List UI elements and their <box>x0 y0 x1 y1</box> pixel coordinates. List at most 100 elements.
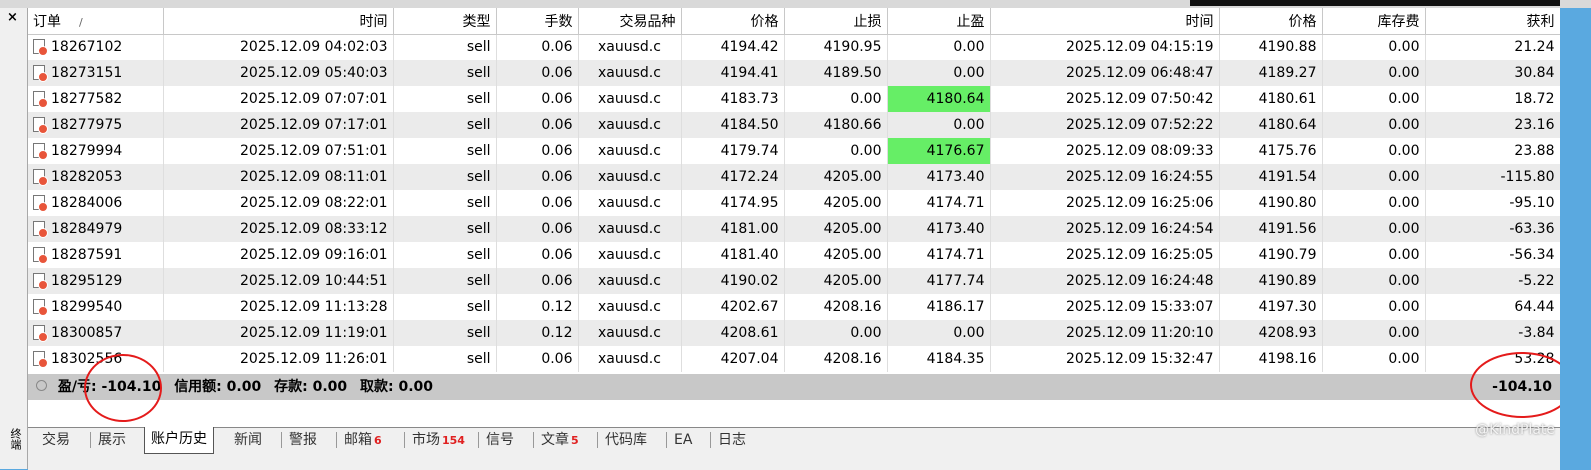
table-row[interactable]: 18284979 2025.12.09 08:33:12 sell 0.06 xauus… <box>28 216 1560 242</box>
cell-type: sell <box>393 346 497 372</box>
tab-5[interactable]: 邮箱 6 <box>344 428 382 452</box>
closed-order-icon <box>33 273 48 290</box>
closed-order-icon <box>33 195 48 212</box>
table-row[interactable]: 18300857 2025.12.09 11:19:01 sell 0.12 xauus… <box>28 320 1560 346</box>
tab-11[interactable]: 日志 <box>718 428 746 452</box>
header-col-lots[interactable]: 手数 <box>496 8 579 35</box>
header-col-order[interactable]: 订单 / <box>28 8 164 35</box>
cell-symbol: xauusd.c <box>578 164 682 190</box>
tab-1[interactable]: 展示 <box>98 428 126 452</box>
tab-9[interactable]: 代码库 <box>605 428 647 452</box>
tab-3[interactable]: 新闻 <box>234 428 262 452</box>
cell-close-price: 4198.16 <box>1219 346 1323 372</box>
table-row[interactable]: 18277975 2025.12.09 07:17:01 sell 0.06 xauus… <box>28 112 1560 138</box>
closed-order-icon <box>33 143 48 160</box>
table-row[interactable]: 18279994 2025.12.09 07:51:01 sell 0.06 xauus… <box>28 138 1560 164</box>
cell-close-time: 2025.12.09 15:32:47 <box>990 346 1220 372</box>
table-row[interactable]: 18299540 2025.12.09 11:13:28 sell 0.12 xauus… <box>28 294 1560 320</box>
cell-sl: 4208.16 <box>784 346 888 372</box>
cell-open-time: 2025.12.09 07:07:01 <box>163 86 394 112</box>
tab-8[interactable]: 文章 5 <box>541 428 579 452</box>
total-profit: -104.10 <box>1492 379 1552 395</box>
order-id: 18277582 <box>51 91 123 107</box>
table-row[interactable]: 18302556 2025.12.09 11:26:01 sell 0.06 xauus… <box>28 346 1560 372</box>
cell-profit: 64.44 <box>1425 294 1560 320</box>
tab-4[interactable]: 警报 <box>289 428 317 452</box>
cell-order: 18284006 <box>28 190 164 216</box>
cell-open-price: 4190.02 <box>681 268 785 294</box>
header-col-type[interactable]: 类型 <box>393 8 497 35</box>
tab-0[interactable]: 交易 <box>42 428 70 452</box>
cell-open-price: 4181.00 <box>681 216 785 242</box>
header-col-close-time[interactable]: 时间 <box>990 8 1220 35</box>
cell-profit: -63.36 <box>1425 216 1560 242</box>
header-col-symbol[interactable]: 交易品种 <box>578 8 682 35</box>
tab-label: 新闻 <box>234 432 262 448</box>
cell-close-time: 2025.12.09 11:20:10 <box>990 320 1220 346</box>
header-col-open-price[interactable]: 价格 <box>681 8 785 35</box>
cell-symbol: xauusd.c <box>578 242 682 268</box>
closed-order-icon <box>33 169 48 186</box>
cell-tp: 0.00 <box>887 320 991 346</box>
cell-type: sell <box>393 34 497 60</box>
cell-open-price: 4183.73 <box>681 86 785 112</box>
cell-symbol: xauusd.c <box>578 320 682 346</box>
header-col-swap[interactable]: 库存费 <box>1322 8 1426 35</box>
cell-tp: 0.00 <box>887 60 991 86</box>
terminal-tab-bar: 交易 展示 账户历史 新闻 警报 邮箱 6 市场 154 信号 文章 5 代码库 EA 日志 <box>28 427 1560 470</box>
cell-type: sell <box>393 164 497 190</box>
tab-label: 信号 <box>486 432 514 448</box>
tab-separator <box>478 432 479 448</box>
cell-close-price: 4191.56 <box>1219 216 1323 242</box>
header-col-open-time[interactable]: 时间 <box>163 8 394 35</box>
cell-order: 18273151 <box>28 60 164 86</box>
header-col-tp[interactable]: 止盈 <box>887 8 991 35</box>
close-icon[interactable]: × <box>7 10 18 25</box>
table-row[interactable]: 18277582 2025.12.09 07:07:01 sell 0.06 xauus… <box>28 86 1560 112</box>
cell-open-time: 2025.12.09 05:40:03 <box>163 60 394 86</box>
table-row[interactable]: 18273151 2025.12.09 05:40:03 sell 0.06 xauus… <box>28 60 1560 86</box>
tab-separator <box>666 432 667 448</box>
cell-open-time: 2025.12.09 09:16:01 <box>163 242 394 268</box>
cell-order: 18267102 <box>28 34 164 60</box>
tab-6[interactable]: 市场 154 <box>412 428 465 452</box>
order-id: 18287591 <box>51 247 123 263</box>
account-history-panel: 订单 / 时间 类型 手数 交易品种 价格 止损 止盈 时间 价格 库存费 获利 18267102 202… <box>28 8 1560 427</box>
cell-lots: 0.06 <box>496 112 579 138</box>
table-row[interactable]: 18287591 2025.12.09 09:16:01 sell 0.06 xauus… <box>28 242 1560 268</box>
cell-lots: 0.06 <box>496 164 579 190</box>
cell-type: sell <box>393 86 497 112</box>
cell-tp: 0.00 <box>887 34 991 60</box>
closed-order-icon <box>33 39 48 57</box>
withdraw-summary: 取款: 0.00 <box>360 379 434 395</box>
cell-type: sell <box>393 294 497 320</box>
order-id: 18273151 <box>51 65 123 81</box>
tab-label: 文章 <box>541 432 569 448</box>
header-col-close-price[interactable]: 价格 <box>1219 8 1323 35</box>
cell-order: 18302556 <box>28 346 164 372</box>
tab-7[interactable]: 信号 <box>486 428 514 452</box>
order-id: 18299540 <box>51 299 123 315</box>
cell-type: sell <box>393 268 497 294</box>
cell-open-price: 4208.61 <box>681 320 785 346</box>
tab-separator <box>281 432 282 448</box>
cell-lots: 0.06 <box>496 190 579 216</box>
tab-separator <box>597 432 598 448</box>
terminal-side-label: 终端 <box>9 428 22 450</box>
table-row[interactable]: 18284006 2025.12.09 08:22:01 sell 0.06 xauus… <box>28 190 1560 216</box>
cell-open-time: 2025.12.09 11:26:01 <box>163 346 394 372</box>
header-col-profit[interactable]: 获利 <box>1425 8 1560 35</box>
cell-symbol: xauusd.c <box>578 268 682 294</box>
cell-swap: 0.00 <box>1322 112 1426 138</box>
table-row[interactable]: 18267102 2025.12.09 04:02:03 sell 0.06 xauus… <box>28 34 1560 60</box>
cell-swap: 0.00 <box>1322 34 1426 60</box>
cell-order: 18295129 <box>28 268 164 294</box>
tab-2[interactable]: 账户历史 <box>144 427 214 454</box>
cell-close-price: 4197.30 <box>1219 294 1323 320</box>
table-row[interactable]: 18295129 2025.12.09 10:44:51 sell 0.06 xauus… <box>28 268 1560 294</box>
table-row[interactable]: 18282053 2025.12.09 08:11:01 sell 0.06 xauus… <box>28 164 1560 190</box>
cell-close-time: 2025.12.09 16:25:06 <box>990 190 1220 216</box>
header-col-sl[interactable]: 止损 <box>784 8 888 35</box>
tab-10[interactable]: EA <box>674 428 692 452</box>
cell-sl: 0.00 <box>784 138 888 164</box>
